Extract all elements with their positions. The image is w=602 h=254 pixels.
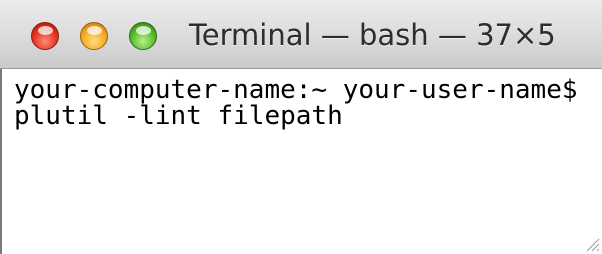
title-bar[interactable]: Terminal — bash — 37×5 bbox=[0, 0, 602, 69]
terminal-content[interactable]: your-computer-name:~ your-user-name$ plu… bbox=[0, 69, 602, 254]
zoom-icon bbox=[136, 26, 151, 35]
minimize-button[interactable] bbox=[80, 22, 108, 50]
command-line: plutil -lint filepath bbox=[14, 101, 343, 131]
window-title: Terminal — bash — 37×5 bbox=[189, 18, 556, 52]
terminal-window: Terminal — bash — 37×5 your-computer-nam… bbox=[0, 0, 602, 254]
close-icon bbox=[38, 26, 53, 35]
close-button[interactable] bbox=[31, 22, 59, 50]
resize-grip-icon[interactable] bbox=[582, 234, 600, 252]
minimize-icon bbox=[87, 26, 102, 35]
zoom-button[interactable] bbox=[129, 22, 157, 50]
